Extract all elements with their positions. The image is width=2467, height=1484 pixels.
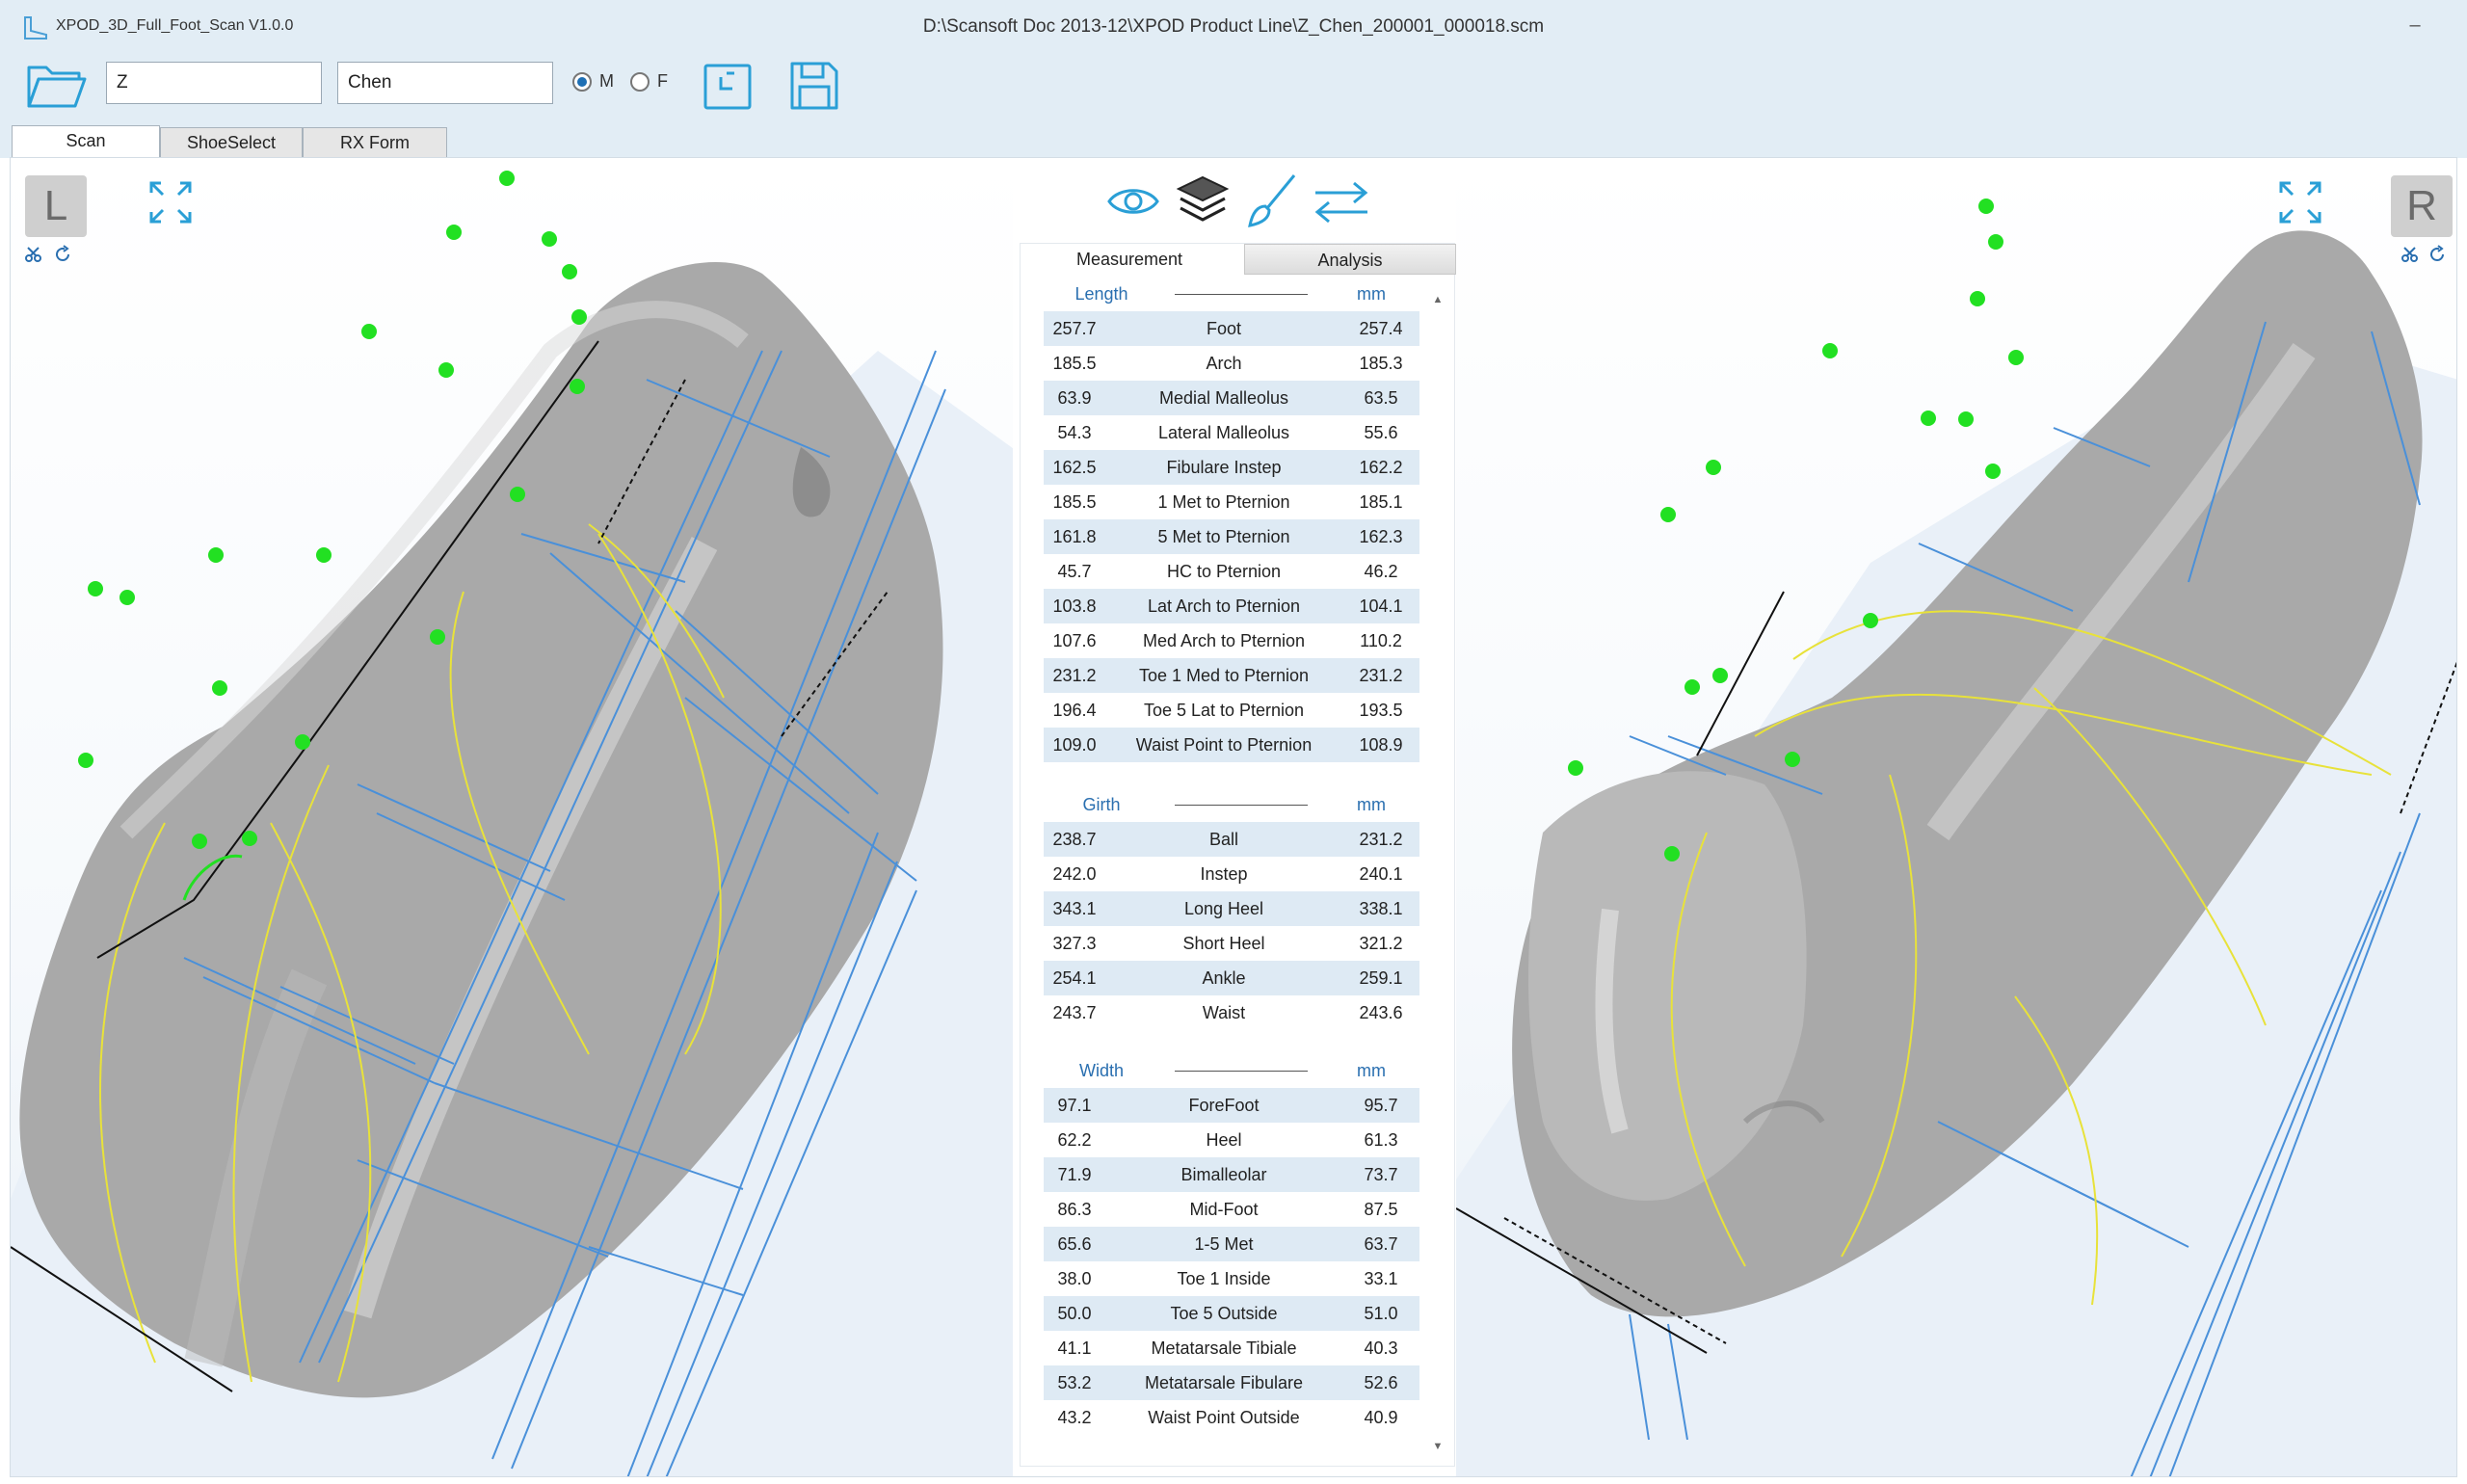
tab-shoeselect[interactable]: ShoeSelect xyxy=(160,127,303,158)
main-tabs: Scan ShoeSelect RX Form xyxy=(0,125,2467,158)
gender-male-label: M xyxy=(599,71,614,91)
table-row[interactable]: 238.7 Ball 231.2 xyxy=(1044,822,1419,857)
tab-measurement[interactable]: Measurement xyxy=(1021,244,1238,275)
table-row[interactable]: 43.2 Waist Point Outside 40.9 xyxy=(1044,1400,1419,1435)
table-row[interactable]: 257.7 Foot 257.4 xyxy=(1044,311,1419,346)
section-divider xyxy=(1175,1071,1308,1072)
table-row[interactable]: 231.2 Toe 1 Med to Pternion 231.2 xyxy=(1044,658,1419,693)
section-unit: mm xyxy=(1357,795,1386,814)
table-row[interactable]: 65.6 1-5 Met 63.7 xyxy=(1044,1227,1419,1261)
left-foot-viewport[interactable]: L xyxy=(11,158,1013,1477)
table-row[interactable]: 71.9 Bimalleolar 73.7 xyxy=(1044,1157,1419,1192)
refresh-icon[interactable] xyxy=(53,245,72,264)
eye-icon[interactable] xyxy=(1103,172,1163,231)
save-icon[interactable] xyxy=(788,60,840,112)
table-row[interactable]: 38.0 Toe 1 Inside 33.1 xyxy=(1044,1261,1419,1296)
swap-icon[interactable] xyxy=(1312,172,1371,231)
table-row[interactable]: 109.0 Waist Point to Pternion 108.9 xyxy=(1044,728,1419,762)
left-foot-render[interactable] xyxy=(11,158,1013,1477)
last-name-input[interactable] xyxy=(337,62,553,104)
section-title: Width xyxy=(1078,1061,1124,1080)
left-foot-badge: L xyxy=(25,175,87,237)
table-row[interactable]: 242.0 Instep 240.1 xyxy=(1044,857,1419,891)
title-bar: XPOD_3D_Full_Foot_Scan V1.0.0 D:\Scansof… xyxy=(0,0,2467,56)
file-path: D:\Scansoft Doc 2013-12\XPOD Product Lin… xyxy=(922,16,1545,37)
section-unit: mm xyxy=(1357,284,1386,304)
width-table: 97.1 ForeFoot 95.7 62.2 Heel 61.3 71.9 Bimall… xyxy=(1044,1088,1419,1435)
folder-open-icon[interactable] xyxy=(25,58,87,112)
toolbar: M F xyxy=(0,56,2467,125)
table-row[interactable]: 97.1 ForeFoot 95.7 xyxy=(1044,1088,1419,1123)
table-row[interactable]: 196.4 Toe 5 Lat to Pternion 193.5 xyxy=(1044,693,1419,728)
view-tools xyxy=(1090,172,1398,239)
table-row[interactable]: 53.2 Metatarsale Fibulare 52.6 xyxy=(1044,1365,1419,1400)
table-row[interactable]: 327.3 Short Heel 321.2 xyxy=(1044,926,1419,961)
section-divider xyxy=(1175,294,1308,295)
gender-female-radio[interactable] xyxy=(630,71,650,92)
layers-icon[interactable] xyxy=(1173,172,1233,231)
tab-rx-form[interactable]: RX Form xyxy=(303,127,447,158)
measurement-panel: Measurement Analysis ▲ Length mm 257.7 Fo… xyxy=(1020,243,1456,1467)
expand-icon[interactable] xyxy=(2277,179,2323,225)
scan-workspace: L Measurement Analysis ▲ Length mm 257.7… xyxy=(10,157,2457,1477)
tab-scan[interactable]: Scan xyxy=(12,125,160,158)
table-row[interactable]: 41.1 Metatarsale Tibiale 40.3 xyxy=(1044,1331,1419,1365)
right-foot-viewport[interactable]: R xyxy=(1456,158,2457,1477)
brush-icon[interactable] xyxy=(1242,172,1302,231)
section-title: Length xyxy=(1074,284,1128,304)
section-divider xyxy=(1175,805,1308,806)
table-row[interactable]: 50.0 Toe 5 Outside 51.0 xyxy=(1044,1296,1419,1331)
width-section-header: Width mm xyxy=(1044,1055,1419,1084)
table-row[interactable]: 343.1 Long Heel 338.1 xyxy=(1044,891,1419,926)
section-unit: mm xyxy=(1357,1061,1386,1080)
report-icon[interactable] xyxy=(702,60,754,112)
table-row[interactable]: 54.3 Lateral Malleolus 55.6 xyxy=(1044,415,1419,450)
tab-analysis[interactable]: Analysis xyxy=(1244,244,1456,275)
gender-male-option[interactable]: M xyxy=(572,71,614,92)
table-row[interactable]: 243.7 Waist 243.6 xyxy=(1044,995,1419,1030)
table-row[interactable]: 185.5 Arch 185.3 xyxy=(1044,346,1419,381)
table-row[interactable]: 161.8 5 Met to Pternion 162.3 xyxy=(1044,519,1419,554)
scroll-down-arrow[interactable]: ▼ xyxy=(1431,1441,1445,1454)
gender-female-option[interactable]: F xyxy=(630,71,668,92)
scissors-icon[interactable] xyxy=(2401,245,2420,264)
table-row[interactable]: 254.1 Ankle 259.1 xyxy=(1044,961,1419,995)
length-table: 257.7 Foot 257.4 185.5 Arch 185.3 63.9 Medial… xyxy=(1044,311,1419,762)
length-section-header: Length mm xyxy=(1044,278,1419,307)
table-row[interactable]: 107.6 Med Arch to Pternion 110.2 xyxy=(1044,623,1419,658)
girth-table: 238.7 Ball 231.2 242.0 Instep 240.1 343.1 Lon… xyxy=(1044,822,1419,1030)
gender-female-label: F xyxy=(657,71,668,91)
scroll-up-arrow[interactable]: ▲ xyxy=(1431,294,1445,307)
table-row[interactable]: 185.5 1 Met to Pternion 185.1 xyxy=(1044,485,1419,519)
section-title: Girth xyxy=(1082,795,1121,814)
table-row[interactable]: 62.2 Heel 61.3 xyxy=(1044,1123,1419,1157)
table-row[interactable]: 162.5 Fibulare Instep 162.2 xyxy=(1044,450,1419,485)
minimize-button[interactable]: – xyxy=(2403,13,2427,37)
girth-section-header: Girth mm xyxy=(1044,789,1419,818)
first-name-input[interactable] xyxy=(106,62,322,104)
table-row[interactable]: 103.8 Lat Arch to Pternion 104.1 xyxy=(1044,589,1419,623)
table-row[interactable]: 45.7 HC to Pternion 46.2 xyxy=(1044,554,1419,589)
expand-icon[interactable] xyxy=(147,179,194,225)
right-foot-badge: R xyxy=(2391,175,2453,237)
scissors-icon[interactable] xyxy=(24,245,43,264)
table-row[interactable]: 63.9 Medial Malleolus 63.5 xyxy=(1044,381,1419,415)
refresh-icon[interactable] xyxy=(2427,245,2447,264)
gender-male-radio[interactable] xyxy=(572,71,592,92)
table-row[interactable]: 86.3 Mid-Foot 87.5 xyxy=(1044,1192,1419,1227)
right-foot-render[interactable] xyxy=(1456,158,2457,1477)
